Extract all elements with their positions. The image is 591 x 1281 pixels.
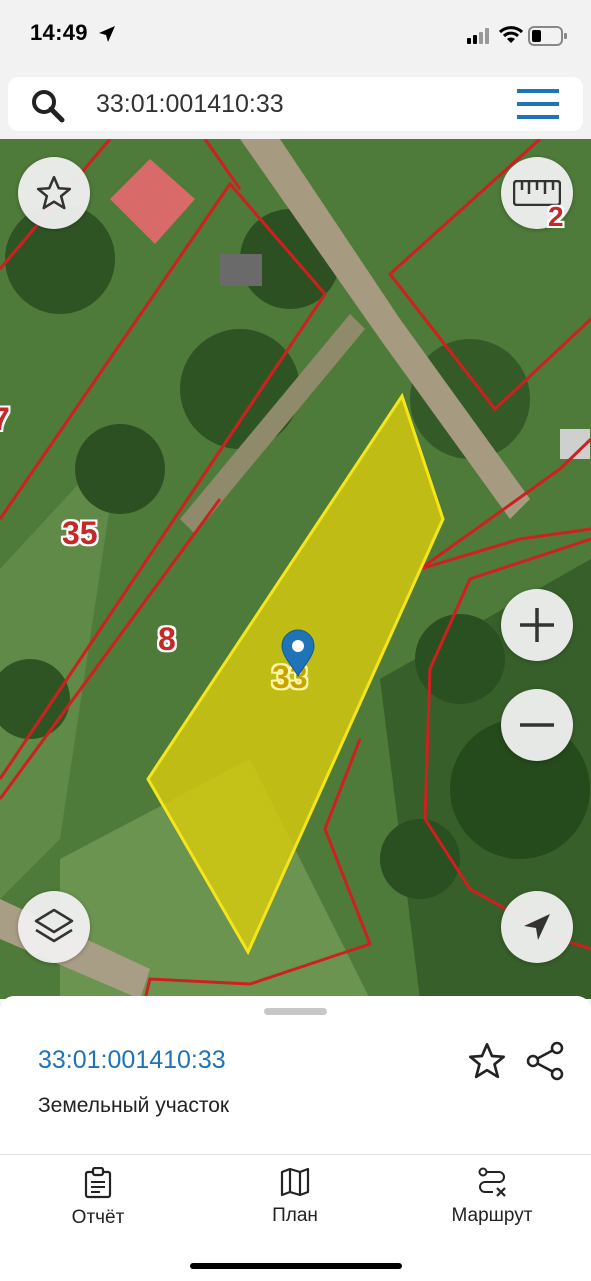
zoom-in-button[interactable] (501, 589, 573, 661)
parcel-label[interactable]: 8 (158, 621, 176, 658)
parcel-type: Земельный участок (38, 1094, 230, 1117)
layers-button[interactable] (18, 891, 90, 963)
map-pin-icon[interactable] (281, 629, 315, 677)
parcel-info-sheet[interactable]: 33:01:001410:33 Земельный участок (0, 996, 591, 1154)
location-arrow-icon (99, 26, 115, 42)
tab-plan-label: План (272, 1205, 318, 1226)
search-bar[interactable]: 33:01:001410:33 (8, 77, 583, 131)
wifi-icon (499, 26, 523, 43)
satellite-map[interactable] (0, 139, 591, 999)
favorite-map-button[interactable] (18, 157, 90, 229)
minus-icon (520, 723, 554, 727)
zoom-out-button[interactable] (501, 689, 573, 761)
cellular-signal-icon (467, 28, 489, 44)
tab-route-label: Маршрут (451, 1205, 533, 1226)
status-time: 14:49 (30, 20, 88, 45)
sheet-grabber[interactable] (264, 1008, 327, 1015)
parcel-label[interactable]: 35 (62, 515, 98, 552)
tab-bar: Отчёт План Маршрут (0, 1154, 591, 1281)
tab-route[interactable]: Маршрут (422, 1167, 562, 1227)
tab-report-label: Отчёт (71, 1207, 125, 1228)
parcel-cadastral-number: 33:01:001410:33 (38, 1046, 226, 1074)
navigation-arrow-icon (524, 914, 550, 940)
plus-icon (520, 608, 554, 642)
battery-icon (528, 26, 567, 46)
my-location-button[interactable] (501, 891, 573, 963)
share-icon[interactable] (525, 1041, 565, 1081)
tab-report[interactable]: Отчёт (28, 1167, 168, 1229)
layers-icon (34, 908, 74, 943)
search-input[interactable]: 33:01:001410:33 (96, 90, 284, 119)
status-bar: 14:49 (0, 0, 591, 70)
home-indicator[interactable] (190, 1263, 402, 1269)
map-icon (280, 1167, 310, 1197)
tab-plan[interactable]: План (225, 1167, 365, 1227)
search-icon[interactable] (30, 88, 66, 124)
favorite-star-icon[interactable] (467, 1041, 507, 1081)
star-outline-icon (36, 175, 72, 210)
route-icon (478, 1167, 506, 1197)
parcel-label[interactable]: 7 (0, 401, 10, 438)
menu-icon[interactable] (517, 89, 559, 119)
clipboard-icon (84, 1167, 112, 1199)
map-view[interactable]: 2 7 35 8 33 (0, 139, 591, 999)
parcel-label[interactable]: 2 (548, 201, 564, 233)
